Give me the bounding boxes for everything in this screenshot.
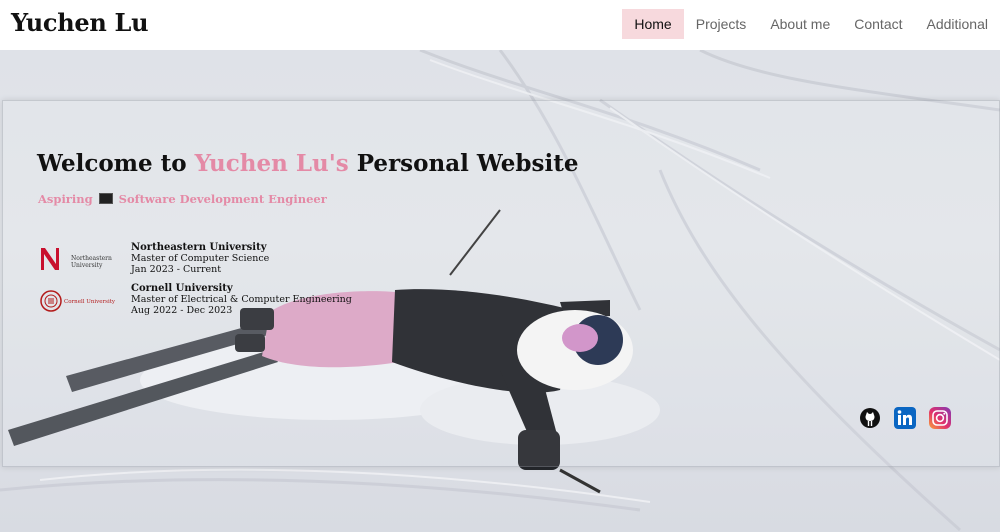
top-navbar: Yuchen Lu Home Projects About me Contact… [0, 0, 1000, 50]
nav-projects[interactable]: Projects [684, 9, 759, 39]
subtitle-suffix: Software Development Engineer [118, 192, 327, 206]
education-info: Northeastern University Master of Comput… [131, 242, 269, 275]
github-icon[interactable] [859, 407, 881, 429]
nav-menu: Home Projects About me Contact Additiona… [622, 9, 1000, 39]
welcome-heading: Welcome to Yuchen Lu's Personal Website [37, 150, 578, 177]
northeastern-logo: Northeastern University [41, 248, 112, 270]
welcome-name: Yuchen Lu's [194, 150, 349, 177]
dates: Aug 2022 - Dec 2023 [131, 305, 233, 316]
school-name: Northeastern University [131, 242, 267, 253]
laptop-icon [98, 193, 113, 204]
dates: Jan 2023 - Current [131, 264, 222, 275]
nav-contact[interactable]: Contact [842, 9, 914, 39]
welcome-prefix: Welcome to [37, 150, 195, 177]
cornell-logo-text: Cornell University [64, 299, 116, 305]
svg-text:University: University [71, 262, 103, 269]
instagram-icon[interactable] [929, 407, 951, 429]
hero-section: Welcome to Yuchen Lu's Personal Website … [0, 50, 1000, 532]
school-name: Cornell University [131, 283, 233, 294]
education-info: Cornell University Master of Electrical … [131, 283, 352, 316]
nav-additional[interactable]: Additional [915, 9, 1000, 39]
site-brand[interactable]: Yuchen Lu [11, 8, 149, 37]
subtitle: Aspiring Software Development Engineer [38, 192, 327, 206]
welcome-suffix: Personal Website [348, 150, 579, 177]
nav-about-me[interactable]: About me [758, 9, 842, 39]
northeastern-logo-text: Northeastern [71, 255, 112, 262]
subtitle-prefix: Aspiring [38, 192, 93, 206]
degree: Master of Electrical & Computer Engineer… [131, 294, 352, 305]
cornell-seal-logo: Cornell University [40, 290, 116, 312]
degree: Master of Computer Science [131, 253, 270, 264]
linkedin-icon[interactable] [894, 407, 916, 429]
nav-home[interactable]: Home [622, 9, 684, 39]
